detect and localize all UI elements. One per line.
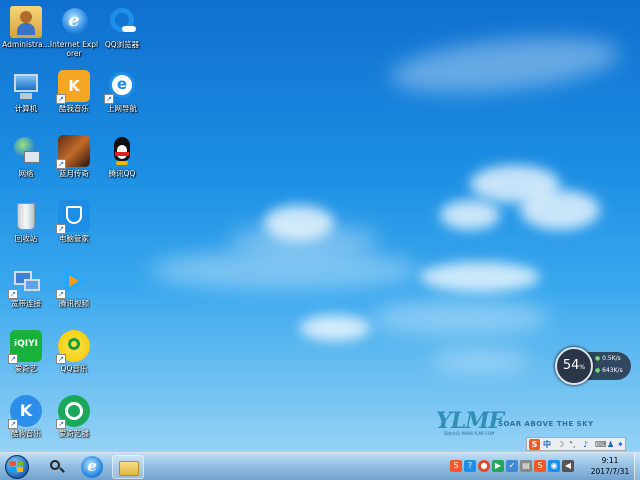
- taskbar-explorer-button[interactable]: [112, 455, 144, 479]
- windows-flag-icon: [10, 461, 24, 473]
- desktop-icon-qq-music[interactable]: ↗ QQ音乐: [48, 326, 100, 388]
- desktop-icon-label: 酷我音乐: [59, 104, 89, 113]
- ie-icon: e: [58, 6, 90, 38]
- taskbar-ie-button[interactable]: e: [76, 455, 108, 479]
- desktop-icon-web-nav[interactable]: e ↗ 上网导航: [96, 66, 148, 128]
- start-button[interactable]: [2, 453, 32, 480]
- desktop-icon-label: 腾讯视频: [59, 299, 89, 308]
- tencent-video-icon: ↗: [56, 265, 90, 299]
- qq-tray-icon[interactable]: ◉: [548, 460, 560, 472]
- desktop-icon-label: 上网导航: [107, 104, 137, 113]
- desktop-icon-label: 爱奇艺播: [59, 429, 89, 438]
- desktop-icon-administrator[interactable]: Administra...: [0, 2, 52, 64]
- system-clock[interactable]: 9:11 2017/7/31: [586, 455, 634, 477]
- desktop-icon-label: 爱奇艺: [14, 364, 38, 373]
- brand-logo: YLMF SOAR ABOVE THE SKY 雨林木风 WWW.YLMF.CO…: [436, 408, 616, 440]
- kuwo-music-icon: K ↗: [56, 70, 90, 104]
- volume-tray-icon[interactable]: ◀: [562, 460, 574, 472]
- desktop-icon-label: Administra...: [2, 40, 50, 49]
- desktop-icon-qq-browser[interactable]: QQ浏览器: [96, 2, 148, 64]
- memory-percent-value: 54: [562, 358, 580, 373]
- qq-penguin-icon: [106, 135, 138, 167]
- player-tray-icon[interactable]: ▶: [492, 460, 504, 472]
- punctuation-icon[interactable]: °,: [569, 439, 576, 450]
- desktop-icon-label: 回收站: [14, 234, 38, 243]
- desktop-icon-media-player[interactable]: ↗ 爱奇艺播: [48, 391, 100, 453]
- desktop-icon-label: 计算机: [14, 104, 38, 113]
- desktop-icon-label: 腾讯QQ: [108, 169, 136, 178]
- network-icon: [10, 135, 42, 167]
- desktop-icon-iqiyi[interactable]: iQIYI ↗ 爱奇艺: [0, 326, 52, 388]
- taskbar-search-button[interactable]: [40, 455, 72, 479]
- user-icon[interactable]: ♟: [607, 439, 614, 450]
- network-tray-icon[interactable]: ▤: [520, 460, 532, 472]
- moon-icon[interactable]: ☽: [557, 439, 564, 450]
- microphone-icon[interactable]: ♪: [583, 439, 588, 450]
- desktop-icon-label: QQ浏览器: [104, 40, 140, 49]
- game-icon: ↗: [56, 135, 90, 169]
- ime-lang-toggle[interactable]: 中: [543, 439, 551, 450]
- computer-icon: [10, 70, 42, 102]
- down-arrow-icon: ●: [595, 367, 601, 374]
- folder-icon: [119, 461, 139, 476]
- desktop-icon-internet-explorer[interactable]: e Internet Explorer: [48, 2, 100, 64]
- desktop-icon-broadband[interactable]: ↗ 宽带连接: [0, 261, 52, 323]
- brand-slogan: SOAR ABOVE THE SKY: [498, 420, 594, 428]
- recycle-bin-icon: [10, 200, 42, 232]
- kugou-icon: K ↗: [8, 395, 42, 429]
- desktop-icon-label: 宽带连接: [11, 299, 41, 308]
- desktop-icon-computer[interactable]: 计算机: [0, 66, 52, 128]
- upload-speed: ● 0.5K/s: [595, 355, 621, 362]
- download-speed-unit: K/s: [613, 367, 623, 374]
- keyboard-icon[interactable]: ⌨: [595, 439, 607, 450]
- desktop-icon-label: QQ音乐: [60, 364, 88, 373]
- pc-manager-icon: ↗: [56, 200, 90, 234]
- security-tray-icon[interactable]: ●: [478, 460, 490, 472]
- desktop-icon-qq[interactable]: 腾讯QQ: [96, 131, 148, 193]
- desktop-icon-tencent-video[interactable]: ↗ 腾讯视频: [48, 261, 100, 323]
- iqiyi-icon: iQIYI ↗: [8, 330, 42, 364]
- memory-percent-unit: %: [579, 364, 586, 371]
- brand-small-text: 雨林木风 WWW.YLMF.COM: [444, 431, 495, 436]
- desktop-icon-label: 酷狗音乐: [11, 429, 41, 438]
- clock-date: 2017/7/31: [590, 467, 630, 476]
- upload-speed-value: 0.5: [602, 355, 612, 362]
- desktop-icons: Administra... 计算机 网络 回收站 ↗ 宽带连接 iQIYI ↗: [0, 0, 160, 452]
- qq-music-icon: ↗: [56, 330, 90, 364]
- desktop-icon-label: 网络: [18, 169, 34, 178]
- desktop-icon-label: 蓝月传奇: [59, 169, 89, 178]
- upload-speed-unit: K/s: [611, 355, 621, 362]
- desktop-icon-kuwo-music[interactable]: K ↗ 酷我音乐: [48, 66, 100, 128]
- net-speed-widget[interactable]: 54% ● 0.5K/s ● 643K/s: [555, 347, 631, 385]
- taskbar: e S ? ● ▶ ✓ ▤ S ◉ ◀ 9:11 2017/7/31: [0, 452, 640, 480]
- web-nav-icon: e ↗: [104, 70, 138, 104]
- ime-toolbar[interactable]: S 中 ☽ °, ♪ ⌨ ♟ ✦: [526, 437, 626, 451]
- desktop-icon-game[interactable]: ↗ 蓝月传奇: [48, 131, 100, 193]
- shield-tray-icon[interactable]: ✓: [506, 460, 518, 472]
- desktop-icon-recycle-bin[interactable]: 回收站: [0, 196, 52, 258]
- broadband-icon: ↗: [8, 265, 42, 299]
- clock-time: 9:11: [601, 456, 619, 465]
- sogou-tray-icon[interactable]: S: [450, 460, 462, 472]
- show-desktop-button[interactable]: [634, 453, 640, 480]
- desktop-icon-pc-manager[interactable]: ↗ 电脑管家: [48, 196, 100, 258]
- help-tray-icon[interactable]: ?: [464, 460, 476, 472]
- up-arrow-icon: ●: [595, 355, 601, 362]
- download-speed: ● 643K/s: [595, 367, 623, 374]
- sogou-logo[interactable]: S: [529, 439, 540, 450]
- qq-browser-icon: [106, 6, 138, 38]
- media-player-icon: ↗: [56, 395, 90, 429]
- download-speed-value: 643: [602, 367, 614, 374]
- desktop-icon-kugou[interactable]: K ↗ 酷狗音乐: [0, 391, 52, 453]
- desktop-icon-label: Internet Explorer: [49, 40, 99, 58]
- ime-tray-icon[interactable]: S: [534, 460, 546, 472]
- tools-icon[interactable]: ✦: [617, 439, 624, 450]
- desktop-icon-label: 电脑管家: [59, 234, 89, 243]
- desktop-icon-network[interactable]: 网络: [0, 131, 52, 193]
- user-folder-icon: [10, 6, 42, 38]
- memory-percent: 54%: [555, 358, 593, 373]
